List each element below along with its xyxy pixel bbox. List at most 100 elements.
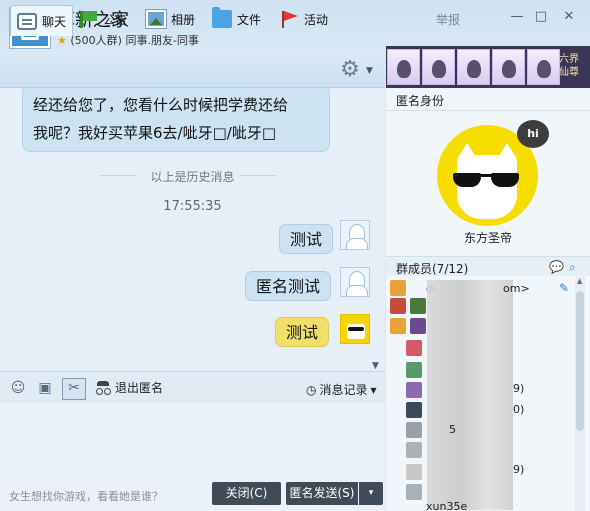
- tab-activity[interactable]: 活动: [279, 6, 328, 32]
- scrollbar-thumb[interactable]: [576, 291, 584, 431]
- scroll-down-arrow[interactable]: ▼: [372, 361, 379, 371]
- list-item[interactable]: [406, 463, 422, 481]
- member-avatar: [390, 280, 406, 296]
- members-header: 群成员(7/12) 💬 ⌕: [386, 256, 590, 276]
- tab-chat[interactable]: 聊天: [10, 5, 74, 36]
- group-meta-text: (500人群) 同事.朋友-同事: [70, 34, 199, 47]
- history-divider: 以上是历史消息: [150, 170, 235, 184]
- anonymous-avatar[interactable]: [340, 314, 370, 344]
- game-character-icon[interactable]: [387, 49, 420, 85]
- members-chat-icon[interactable]: 💬: [549, 260, 564, 274]
- sent-message-bubble[interactable]: 测试: [279, 224, 334, 254]
- folder-icon: [212, 7, 232, 28]
- received-message-bubble[interactable]: 经还给您了，您看什么时候把学费还给 我呢？我好买苹果6去/呲牙□/呲牙□: [22, 88, 330, 152]
- tab-files[interactable]: 文件: [212, 6, 261, 32]
- announcement-icon: [78, 10, 98, 28]
- member-avatar: [406, 362, 422, 378]
- maximize-button[interactable]: □: [533, 9, 549, 25]
- list-item[interactable]: [390, 297, 426, 315]
- close-button[interactable]: 关闭(C): [212, 482, 281, 505]
- member-name-fragment: om>: [503, 282, 530, 295]
- settings-gear-icon[interactable]: ⚙: [338, 58, 362, 82]
- chevron-down-icon: ▾: [370, 382, 377, 397]
- list-item[interactable]: [406, 381, 422, 399]
- sender-avatar[interactable]: [340, 267, 370, 297]
- edit-icon[interactable]: ✎: [559, 281, 569, 295]
- minimize-button[interactable]: —: [509, 9, 525, 25]
- chat-messages-area[interactable]: 经还给您了，您看什么时候把学费还给 我呢？我好买苹果6去/呲牙□/呲牙□ 以上是…: [0, 88, 385, 371]
- game-title-line1: 六界: [559, 54, 579, 65]
- member-name-fragment: 9): [513, 382, 525, 395]
- divider-line: [240, 175, 276, 176]
- tab-activity-label: 活动: [304, 12, 329, 27]
- clock-icon: ◷: [306, 382, 317, 397]
- sent-message-bubble[interactable]: 匿名测试: [245, 271, 332, 301]
- member-avatar: [406, 442, 422, 458]
- list-item[interactable]: [390, 279, 406, 297]
- member-name-fragment: 5: [449, 423, 456, 436]
- image-icon[interactable]: ▣: [35, 379, 55, 397]
- chat-icon: [17, 12, 37, 30]
- list-item[interactable]: [406, 441, 422, 459]
- game-invite-hint[interactable]: 女生想找你游戏，看看她是谁？: [9, 488, 163, 504]
- group-meta: ★ (500人群) 同事.朋友-同事: [57, 32, 199, 48]
- game-character-icon[interactable]: [457, 49, 490, 85]
- game-title[interactable]: 六界 仙尊: [559, 53, 579, 79]
- sunglasses-icon: [451, 173, 523, 187]
- received-message-line2: 我呢？我好买苹果6去/呲牙□/呲牙□: [33, 124, 276, 142]
- anonymous-identity-title: 匿名身份: [396, 94, 445, 108]
- message-history-button[interactable]: ◷ 消息记录 ▾: [306, 381, 377, 398]
- game-character-icon[interactable]: [527, 49, 560, 85]
- game-character-icon[interactable]: [422, 49, 455, 85]
- member-avatar: [390, 318, 406, 334]
- exit-anonymous-button[interactable]: 退出匿名: [95, 379, 163, 396]
- member-avatar: [406, 402, 422, 418]
- scroll-up-arrow[interactable]: ▲: [577, 277, 582, 285]
- tab-album[interactable]: 相册: [145, 6, 196, 32]
- member-name-fragment: xun35e: [426, 500, 468, 511]
- member-avatar: [410, 298, 426, 314]
- list-item[interactable]: [406, 339, 422, 357]
- member-search-icon[interactable]: ⌕: [569, 260, 576, 275]
- sent-message-bubble-anonymous[interactable]: 测试: [275, 317, 330, 347]
- list-item[interactable]: [406, 401, 422, 419]
- member-avatar: [406, 340, 422, 356]
- member-list-scrollbar[interactable]: ▲: [575, 277, 585, 511]
- member-name-fragment: 0): [513, 403, 525, 416]
- member-avatar: [410, 318, 426, 334]
- tab-files-label: 文件: [237, 12, 262, 27]
- anonymous-send-button[interactable]: 匿名发送(S): [286, 482, 358, 505]
- member-name-fragment: 9): [513, 463, 525, 476]
- change-identity-hi-badge[interactable]: hi: [517, 120, 549, 148]
- close-window-button[interactable]: ✕: [561, 9, 577, 25]
- emoji-icon[interactable]: ☺: [8, 379, 28, 397]
- tab-announcement[interactable]: 公告: [78, 6, 127, 32]
- screenshot-scissors-icon[interactable]: ✂: [62, 378, 86, 400]
- tab-announcement-label: 公告: [103, 12, 128, 27]
- settings-dropdown-caret[interactable]: ▼: [366, 66, 373, 76]
- send-options-dropdown[interactable]: ▾: [359, 482, 383, 505]
- activity-flag-icon: [279, 10, 299, 28]
- sender-avatar[interactable]: [340, 220, 370, 250]
- list-item[interactable]: [406, 421, 422, 439]
- list-item[interactable]: [406, 361, 422, 379]
- member-avatar: [406, 464, 422, 480]
- input-toolbar: ☺ ▣ ✂ 退出匿名 ◷ 消息记录 ▾: [0, 371, 385, 403]
- list-item[interactable]: [390, 317, 426, 335]
- member-avatar: [390, 298, 406, 314]
- member-avatar: [406, 422, 422, 438]
- incognito-icon: [95, 380, 111, 395]
- message-input[interactable]: [0, 403, 385, 478]
- tab-chat-label: 聊天: [42, 14, 67, 29]
- album-icon: [145, 9, 167, 29]
- list-item[interactable]: [406, 483, 422, 501]
- report-link[interactable]: 举报: [436, 11, 460, 28]
- message-timestamp: 17:55:35: [163, 199, 222, 214]
- divider-line: [386, 110, 590, 111]
- member-avatar: [406, 382, 422, 398]
- game-character-icon[interactable]: [492, 49, 525, 85]
- group-toolbar: [0, 52, 385, 88]
- received-message-line1: 经还给您了，您看什么时候把学费还给: [33, 96, 289, 114]
- bottom-bar: 女生想找你游戏，看看她是谁？ 关闭(C) 匿名发送(S) ▾: [0, 478, 385, 511]
- tab-album-label: 相册: [171, 12, 196, 27]
